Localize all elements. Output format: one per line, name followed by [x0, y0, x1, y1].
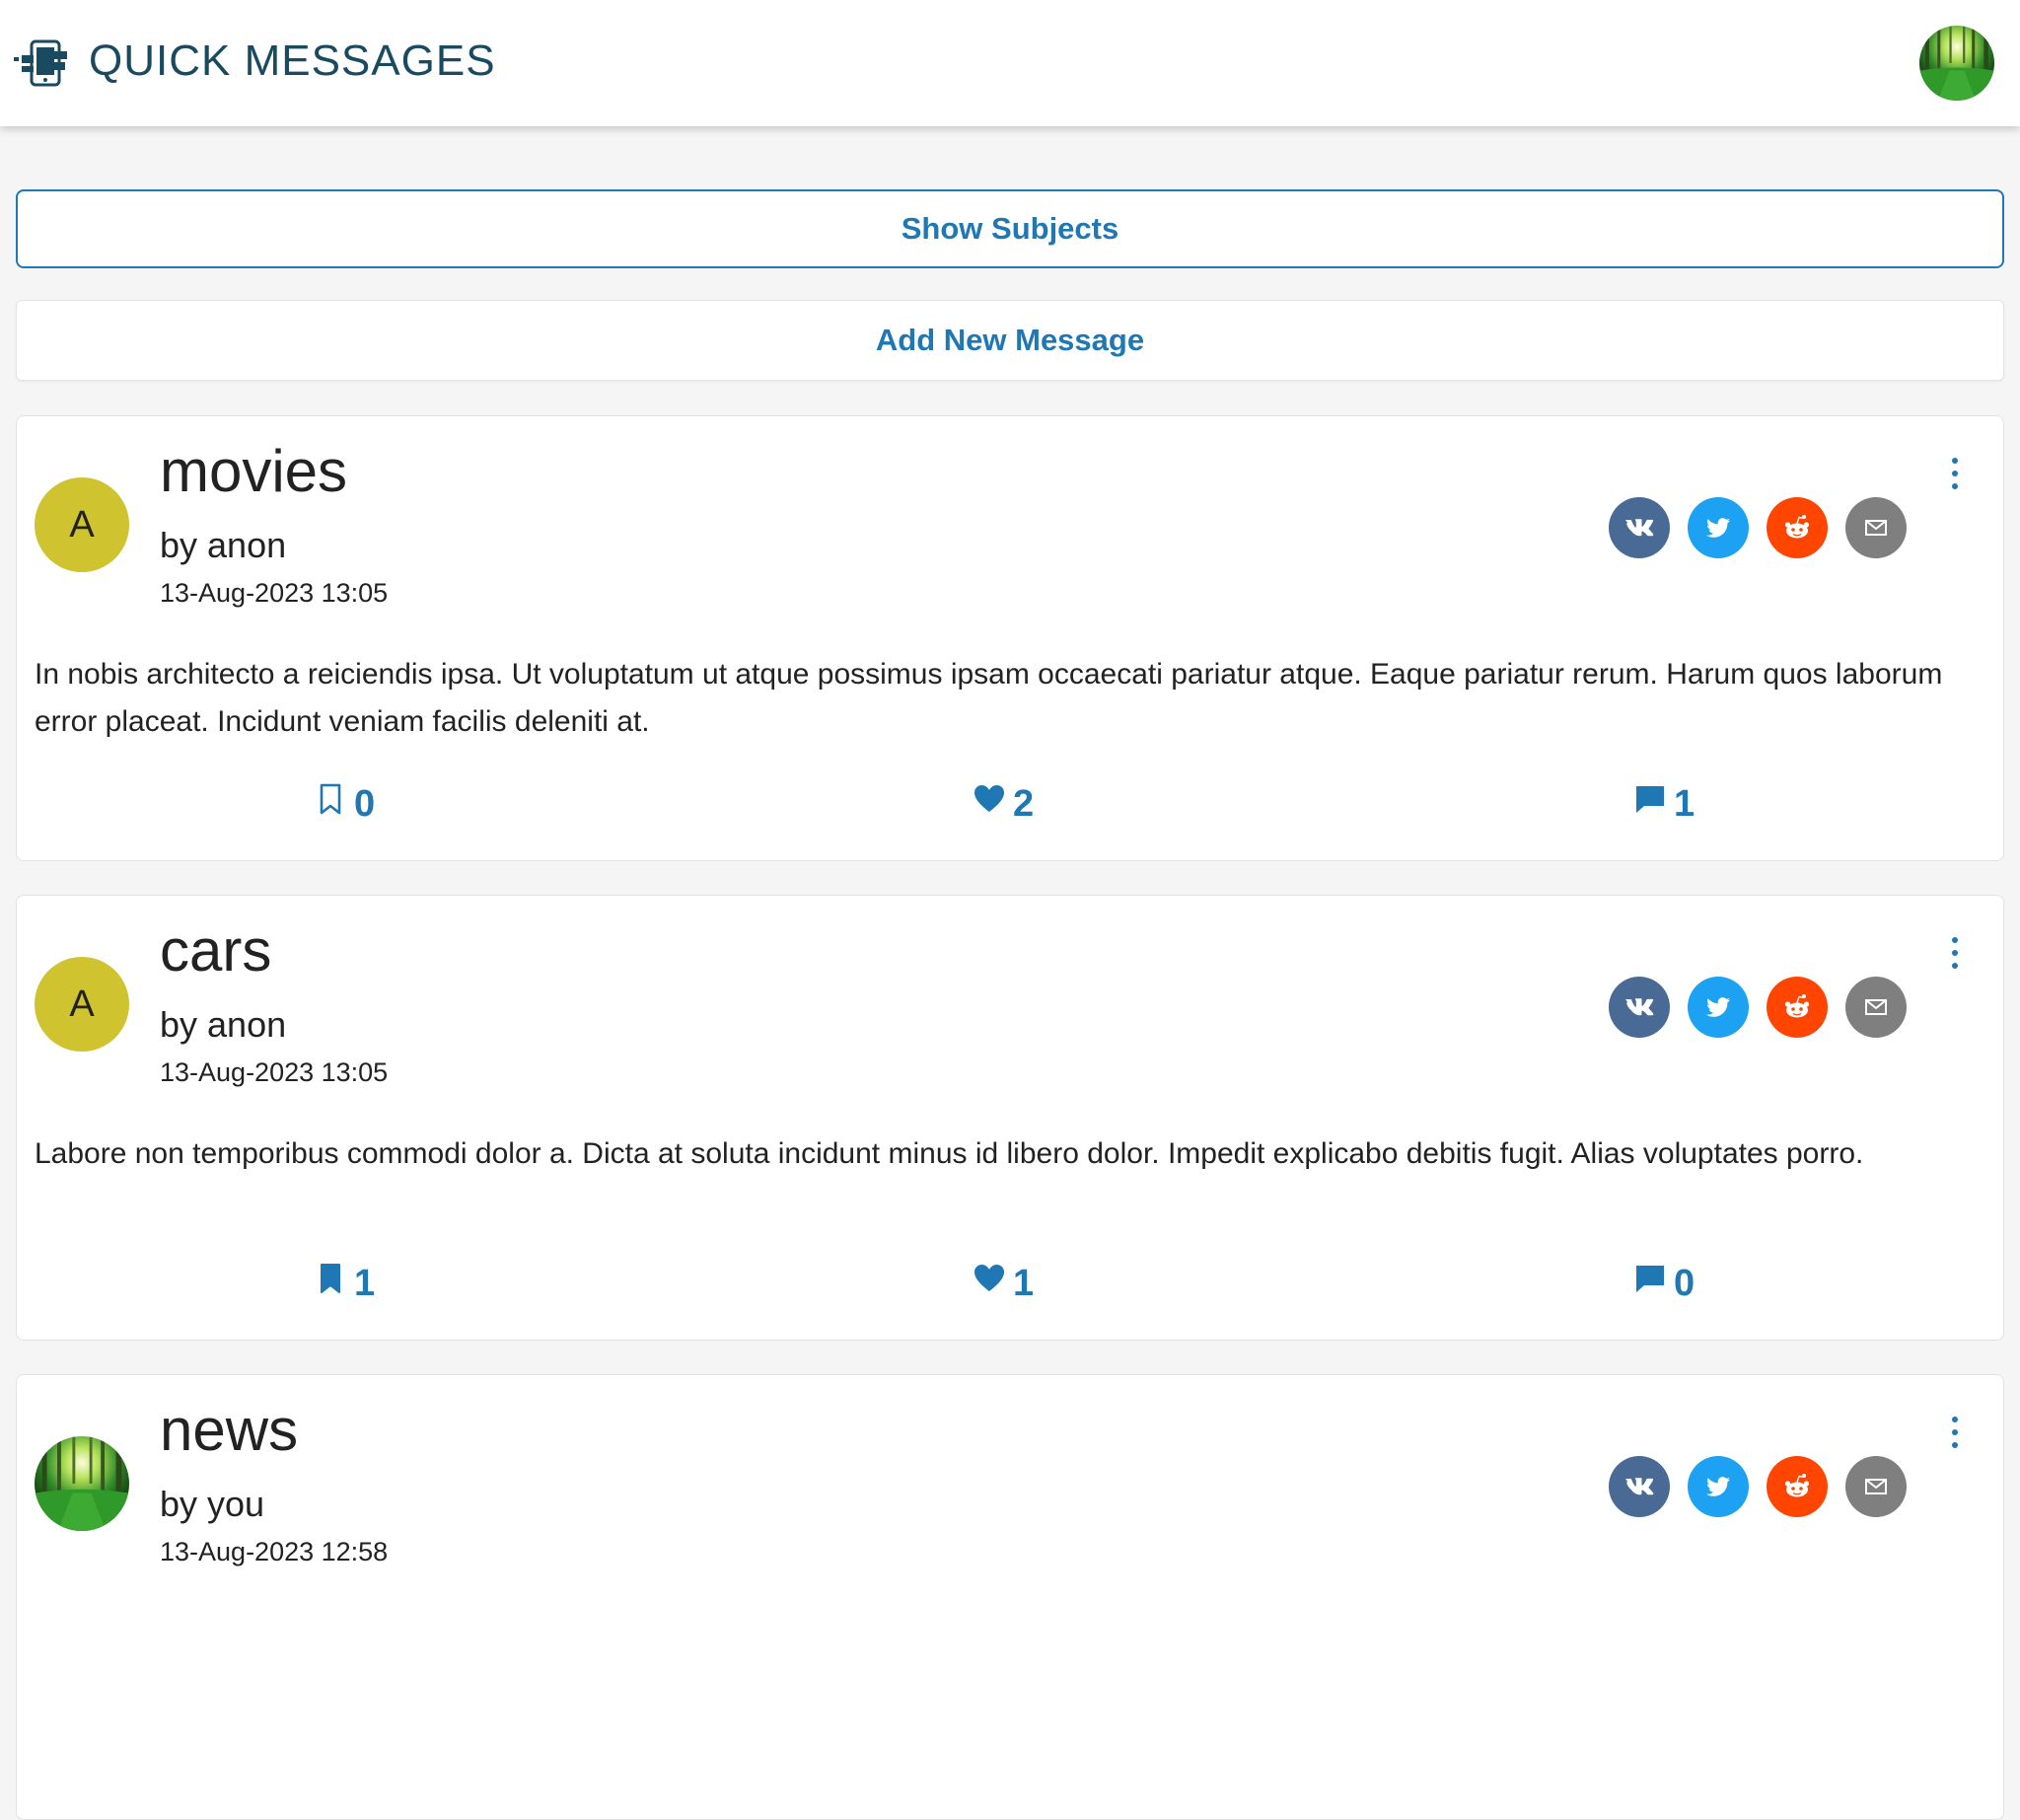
heart-icon — [974, 781, 1005, 827]
twitter-icon[interactable] — [1688, 497, 1749, 558]
vk-icon[interactable] — [1609, 977, 1670, 1038]
show-subjects-button[interactable]: Show Subjects — [16, 189, 2004, 268]
message-subject: news — [160, 1397, 299, 1463]
email-icon[interactable] — [1845, 497, 1907, 558]
author-avatar: A — [35, 477, 129, 572]
comment-icon — [1634, 1261, 1666, 1306]
reddit-icon[interactable] — [1767, 497, 1828, 558]
share-buttons — [1609, 977, 1907, 1038]
more-options-button[interactable] — [1940, 1413, 1970, 1452]
twitter-icon[interactable] — [1688, 977, 1749, 1038]
message-card: A movies by anon 13-Aug-2023 13:05 In no… — [16, 415, 2004, 861]
devices-icon — [14, 39, 69, 91]
message-card: A cars by anon 13-Aug-2023 13:05 Labore … — [16, 895, 2004, 1341]
twitter-icon[interactable] — [1688, 1456, 1749, 1517]
email-icon[interactable] — [1845, 1456, 1907, 1517]
comment-icon — [1634, 781, 1666, 827]
app-header: QUICK MESSAGES — [0, 0, 2020, 126]
comment-count: 0 — [1674, 1262, 1695, 1304]
reddit-icon[interactable] — [1767, 977, 1828, 1038]
user-avatar[interactable] — [1919, 26, 1994, 101]
share-buttons — [1609, 497, 1907, 558]
message-body: In nobis architecto a reiciendis ipsa. U… — [35, 658, 1943, 738]
share-buttons — [1609, 1456, 1907, 1517]
more-options-button[interactable] — [1940, 933, 1970, 973]
message-author: by you — [160, 1484, 265, 1524]
email-icon[interactable] — [1845, 977, 1907, 1038]
message-subject: movies — [160, 438, 348, 504]
comment-count: 1 — [1674, 782, 1695, 825]
comment-button[interactable]: 0 — [1634, 1261, 1695, 1306]
more-options-button[interactable] — [1940, 454, 1970, 493]
like-count: 2 — [1013, 782, 1035, 825]
comment-button[interactable]: 1 — [1634, 781, 1695, 827]
bookmark-button[interactable]: 1 — [315, 1261, 375, 1306]
bookmark-button[interactable]: 0 — [315, 781, 375, 827]
author-avatar: A — [35, 957, 129, 1052]
app-title: QUICK MESSAGES — [89, 36, 496, 85]
reddit-icon[interactable] — [1767, 1456, 1828, 1517]
vk-icon[interactable] — [1609, 1456, 1670, 1517]
message-card: news by you 13-Aug-2023 12:58 — [16, 1374, 2004, 1820]
bookmark-count: 0 — [354, 782, 376, 825]
add-new-message-button[interactable]: Add New Message — [16, 300, 2004, 381]
message-body: Labore non temporibus commodi dolor a. D… — [35, 1137, 1864, 1170]
vk-icon[interactable] — [1609, 497, 1670, 558]
heart-icon — [974, 1261, 1005, 1306]
author-avatar — [35, 1436, 129, 1531]
like-count: 1 — [1013, 1262, 1035, 1304]
message-date: 13-Aug-2023 13:05 — [160, 578, 389, 608]
bookmark-filled-icon — [315, 1261, 346, 1306]
bookmark-count: 1 — [354, 1262, 376, 1304]
bookmark-outline-icon — [315, 781, 346, 827]
like-button[interactable]: 2 — [974, 781, 1034, 827]
message-author: by anon — [160, 1004, 287, 1045]
message-subject: cars — [160, 917, 272, 983]
message-author: by anon — [160, 525, 287, 565]
message-date: 13-Aug-2023 12:58 — [160, 1537, 389, 1566]
like-button[interactable]: 1 — [974, 1261, 1034, 1306]
message-date: 13-Aug-2023 13:05 — [160, 1057, 389, 1087]
